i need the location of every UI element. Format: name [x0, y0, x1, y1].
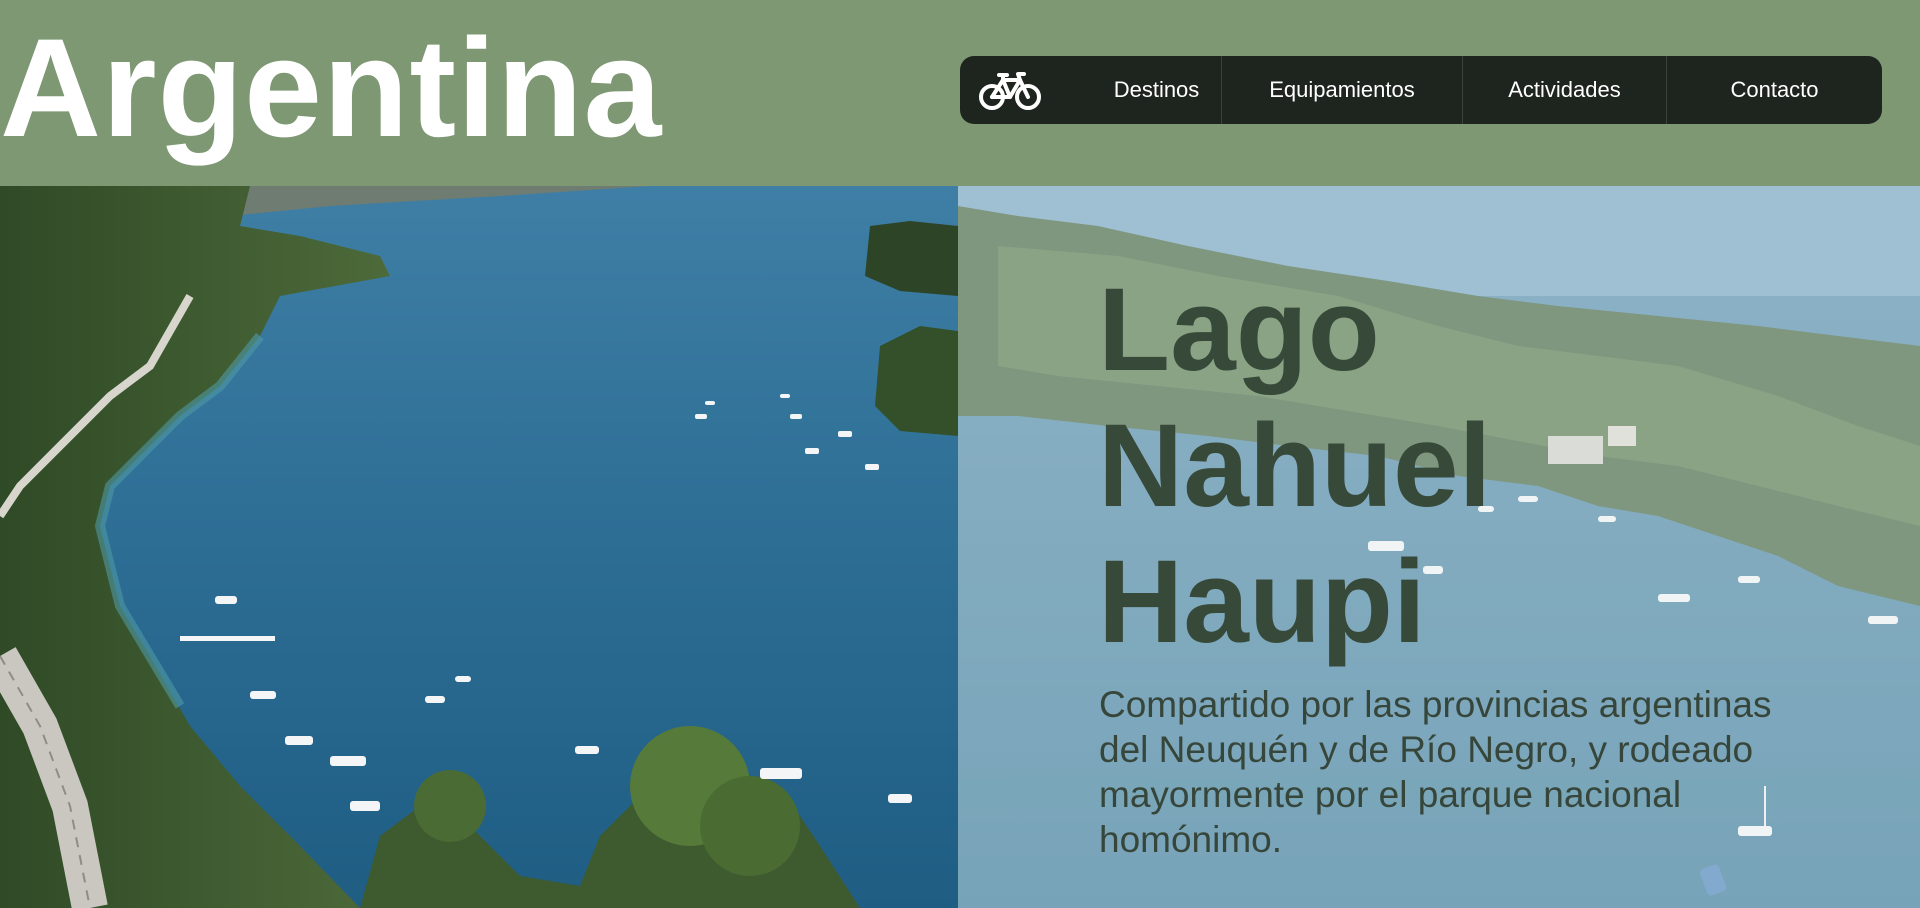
site-header: Argentina Destinos Equipamientos Activid… — [0, 0, 1920, 186]
hero-section: Lago Nahuel Haupi Compartido por las pro… — [0, 186, 1920, 908]
site-brand-title: Argentina — [0, 9, 663, 166]
hero-title-line: Haupi — [1098, 536, 1426, 668]
hero-description: Compartido por las provincias argentinas… — [1099, 684, 1772, 860]
nav-logo[interactable] — [960, 56, 1092, 124]
hero-title: Lago Nahuel Haupi — [1098, 262, 1658, 670]
nav-item-contacto[interactable]: Contacto — [1666, 56, 1882, 124]
nav-item-destinos[interactable]: Destinos — [1092, 56, 1221, 124]
main-nav: Destinos Equipamientos Actividades Conta… — [960, 56, 1882, 124]
hero-title-line: Nahuel — [1098, 400, 1492, 532]
lake-photo-left — [0, 186, 958, 908]
bicycle-icon — [979, 72, 1041, 110]
nav-item-actividades[interactable]: Actividades — [1462, 56, 1666, 124]
nav-item-equipamientos[interactable]: Equipamientos — [1221, 56, 1462, 124]
hero-title-line: Lago — [1098, 264, 1380, 396]
